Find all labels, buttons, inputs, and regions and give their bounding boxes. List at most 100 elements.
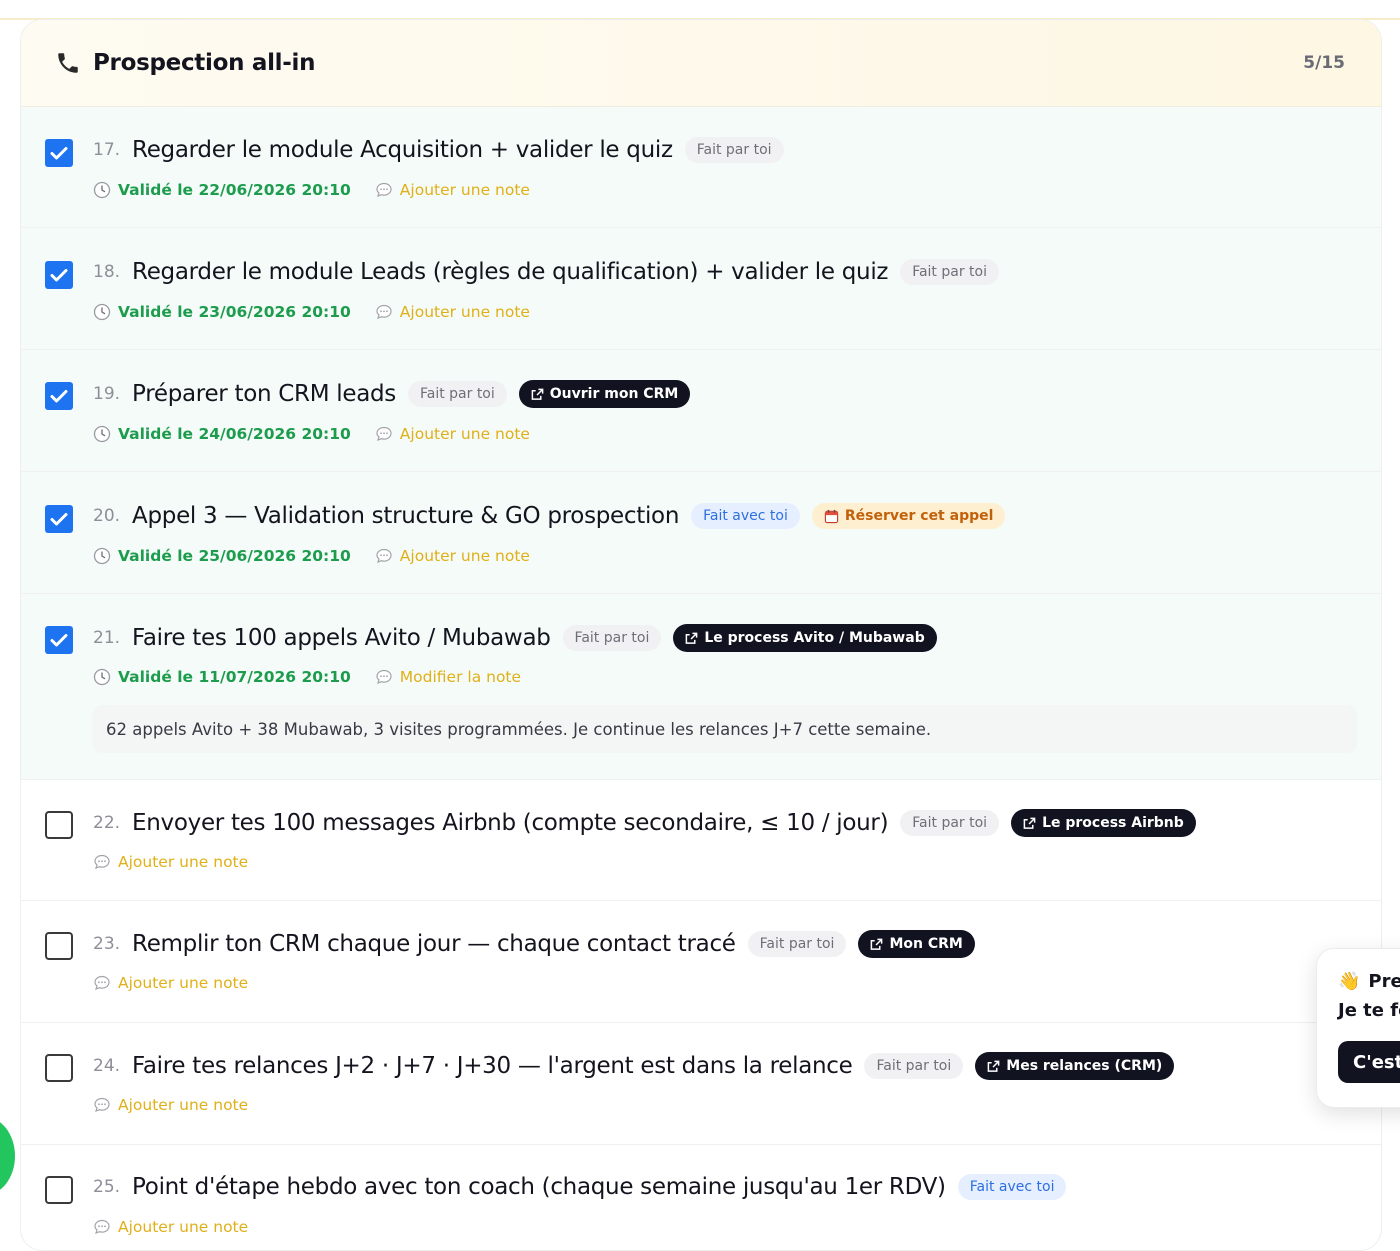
avito-process-button[interactable]: Le process Avito / Mubawab — [673, 624, 937, 652]
comment-icon — [93, 1218, 111, 1236]
task-meta-line: Validé le 23/06/2026 20:10 Ajouter une n… — [93, 303, 530, 321]
owner-tag: Fait avec toi — [691, 503, 800, 529]
task-checkbox[interactable] — [45, 382, 73, 410]
task-row: 18. Regarder le module Leads (règles de … — [21, 228, 1381, 350]
add-note-link[interactable]: Ajouter une note — [400, 547, 530, 565]
open-crm-button[interactable]: Ouvrir mon CRM — [518, 380, 691, 408]
popup-line1: Pre — [1368, 971, 1400, 992]
phone-icon — [55, 50, 81, 76]
comment-icon — [93, 974, 111, 992]
external-link-icon — [685, 632, 698, 644]
task-meta-line: Ajouter une note — [93, 853, 248, 871]
external-link-icon — [871, 938, 883, 950]
task-number: 18. — [93, 262, 121, 282]
task-meta-line: Validé le 25/06/2026 20:10 Ajouter une n… — [93, 547, 530, 565]
task-title-line: 23. Remplir ton CRM chaque jour — chaque… — [93, 930, 987, 958]
task-title[interactable]: Remplir ton CRM chaque jour — chaque con… — [132, 931, 736, 957]
external-link-icon — [987, 1060, 1000, 1072]
prospection-card: Prospection all-in 5/15 17. Regarder le … — [20, 19, 1382, 1251]
task-checkbox[interactable] — [45, 505, 73, 533]
task-title[interactable]: Point d'étape hebdo avec ton coach (chaq… — [132, 1174, 946, 1200]
add-note-link[interactable]: Ajouter une note — [400, 181, 530, 199]
task-number: 19. — [93, 384, 121, 404]
task-title-line: 17. Regarder le module Acquisition + val… — [93, 137, 796, 163]
task-checkbox[interactable] — [45, 139, 73, 167]
task-title[interactable]: Faire tes 100 appels Avito / Mubawab — [132, 625, 551, 651]
task-number: 23. — [93, 934, 121, 954]
add-note-link[interactable]: Ajouter une note — [118, 1096, 248, 1114]
add-note-link[interactable]: Ajouter une note — [118, 1218, 248, 1236]
task-title-line: 24. Faire tes relances J+2 · J+7 · J+30 … — [93, 1052, 1186, 1080]
task-row: 24. Faire tes relances J+2 · J+7 · J+30 … — [21, 1023, 1381, 1145]
popup-cta-button[interactable]: C'est — [1338, 1041, 1400, 1083]
task-checkbox[interactable] — [45, 1176, 73, 1204]
task-meta-line: Validé le 11/07/2026 20:10 Modifier la n… — [93, 668, 521, 686]
add-note-link[interactable]: Ajouter une note — [118, 853, 248, 871]
add-note-link[interactable]: Ajouter une note — [400, 425, 530, 443]
task-row: 19. Préparer ton CRM leads Fait par toi … — [21, 350, 1381, 472]
airbnb-process-button[interactable]: Le process Airbnb — [1011, 809, 1196, 837]
task-title[interactable]: Préparer ton CRM leads — [132, 381, 396, 407]
task-row: 23. Remplir ton CRM chaque jour — chaque… — [21, 901, 1381, 1023]
clock-icon — [93, 425, 111, 443]
validated-date: Validé le 22/06/2026 20:10 — [118, 181, 351, 199]
clock-icon — [93, 181, 111, 199]
external-link-icon — [1023, 817, 1036, 829]
action-label: Le process Avito / Mubawab — [704, 630, 925, 646]
add-note-link[interactable]: Ajouter une note — [400, 303, 530, 321]
action-label: Réserver cet appel — [844, 508, 994, 524]
task-checkbox[interactable] — [45, 261, 73, 289]
onboarding-popup: 👋 Pre Je te fo C'est — [1316, 948, 1400, 1108]
task-number: 20. — [93, 506, 121, 526]
edit-note-link[interactable]: Modifier la note — [400, 668, 521, 686]
task-meta-line: Validé le 24/06/2026 20:10 Ajouter une n… — [93, 425, 530, 443]
validated-date: Validé le 24/06/2026 20:10 — [118, 425, 351, 443]
owner-tag: Fait par toi — [900, 259, 999, 285]
validated-date: Validé le 25/06/2026 20:10 — [118, 547, 351, 565]
card-header[interactable]: Prospection all-in 5/15 — [21, 20, 1381, 107]
book-call-button[interactable]: Réserver cet appel — [811, 503, 1006, 529]
comment-icon — [93, 1096, 111, 1114]
action-label: Mes relances (CRM) — [1006, 1058, 1163, 1074]
task-title-line: 18. Regarder le module Leads (règles de … — [93, 259, 1011, 285]
task-checkbox[interactable] — [45, 626, 73, 654]
progress-count: 5/15 — [1303, 53, 1345, 73]
owner-tag: Fait par toi — [864, 1053, 964, 1079]
task-checkbox[interactable] — [45, 811, 73, 839]
task-number: 21. — [93, 628, 121, 648]
action-label: Le process Airbnb — [1042, 815, 1184, 831]
task-checkbox[interactable] — [45, 1054, 73, 1082]
task-title[interactable]: Appel 3 — Validation structure & GO pros… — [132, 503, 679, 529]
section-title: Prospection all-in — [93, 50, 316, 76]
action-label: Ouvrir mon CRM — [549, 386, 679, 402]
task-title-line: 25. Point d'étape hebdo avec ton coach (… — [93, 1174, 1078, 1200]
external-link-icon — [531, 388, 544, 400]
validated-date: Validé le 11/07/2026 20:10 — [118, 668, 351, 686]
task-number: 25. — [93, 1177, 121, 1197]
add-note-link[interactable]: Ajouter une note — [118, 974, 248, 992]
task-title-line: 19. Préparer ton CRM leads Fait par toi … — [93, 380, 702, 408]
task-title-line: 20. Appel 3 — Validation structure & GO … — [93, 503, 1017, 529]
popup-heading: 👋 Pre — [1338, 971, 1400, 992]
task-number: 22. — [93, 813, 121, 833]
task-title[interactable]: Regarder le module Leads (règles de qual… — [132, 259, 888, 285]
clock-icon — [93, 547, 111, 565]
task-title[interactable]: Regarder le module Acquisition + valider… — [132, 137, 673, 163]
clock-icon — [93, 303, 111, 321]
owner-tag: Fait par toi — [747, 931, 847, 957]
my-followups-button[interactable]: Mes relances (CRM) — [975, 1052, 1175, 1080]
comment-icon — [375, 547, 393, 565]
action-label: Mon CRM — [889, 936, 963, 952]
task-checkbox[interactable] — [45, 932, 73, 960]
task-number: 17. — [93, 140, 121, 160]
owner-tag: Fait par toi — [684, 137, 784, 163]
task-title[interactable]: Envoyer tes 100 messages Airbnb (compte … — [132, 810, 889, 836]
owner-tag: Fait par toi — [562, 625, 662, 651]
chat-fab-button[interactable] — [0, 1117, 15, 1195]
task-meta-line: Ajouter une note — [93, 1218, 248, 1236]
section-title-group: Prospection all-in — [55, 50, 315, 76]
task-row: 17. Regarder le module Acquisition + val… — [21, 107, 1381, 228]
my-crm-button[interactable]: Mon CRM — [858, 930, 975, 958]
task-title[interactable]: Faire tes relances J+2 · J+7 · J+30 — l'… — [132, 1053, 853, 1079]
task-title-line: 21. Faire tes 100 appels Avito / Mubawab… — [93, 624, 949, 652]
